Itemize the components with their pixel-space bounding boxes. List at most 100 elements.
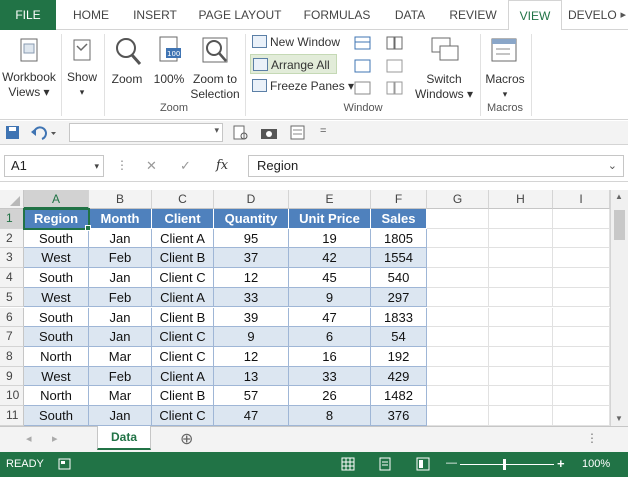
table-cell[interactable]: Mar — [89, 386, 152, 406]
row-header-6[interactable]: 6 — [0, 307, 24, 328]
table-cell[interactable]: South — [24, 406, 89, 426]
row-header-7[interactable]: 7 — [0, 327, 24, 347]
column-header-a[interactable]: A — [24, 190, 89, 209]
empty-cell[interactable] — [489, 327, 553, 347]
table-cell[interactable]: 13 — [214, 366, 289, 387]
tab-data[interactable]: DATA — [384, 0, 436, 30]
table-cell[interactable]: Client B — [152, 307, 214, 328]
freeze-panes-button[interactable]: Freeze Panes ▾ — [250, 76, 354, 96]
empty-cell[interactable] — [489, 287, 553, 308]
zoom-100-button[interactable]: 100 100% — [150, 34, 188, 94]
empty-cell[interactable] — [427, 228, 489, 249]
empty-cell[interactable] — [553, 248, 610, 269]
table-cell[interactable]: Client C — [152, 327, 214, 347]
table-cell[interactable]: South — [24, 307, 89, 328]
table-cell[interactable]: Client B — [152, 248, 214, 269]
table-header-cell[interactable]: Client — [152, 209, 214, 229]
table-cell[interactable]: Jan — [89, 406, 152, 426]
table-cell[interactable]: 26 — [289, 386, 371, 406]
table-cell[interactable]: 54 — [371, 327, 427, 347]
customize-qat-button[interactable]: = — [320, 125, 326, 137]
tab-review[interactable]: REVIEW — [442, 0, 504, 30]
view-side-by-side-icon[interactable] — [386, 36, 404, 50]
table-cell[interactable]: 47 — [289, 307, 371, 328]
table-header-cell[interactable]: Month — [89, 209, 152, 229]
row-header-11[interactable]: 11 — [0, 406, 24, 426]
enter-button[interactable]: ✓ — [180, 158, 191, 174]
new-sheet-button[interactable]: ⊕ — [180, 429, 193, 449]
table-cell[interactable]: 47 — [214, 406, 289, 426]
tab-formulas[interactable]: FORMULAS — [296, 0, 378, 30]
column-header-h[interactable]: H — [489, 190, 553, 209]
empty-cell[interactable] — [553, 228, 610, 249]
table-cell[interactable]: North — [24, 386, 89, 406]
table-cell[interactable]: 297 — [371, 287, 427, 308]
tab-scroll-right-icon[interactable]: ▸ — [620, 8, 626, 21]
scroll-down-icon[interactable]: ▼ — [615, 414, 623, 423]
table-cell[interactable]: 1805 — [371, 228, 427, 249]
table-cell[interactable]: North — [24, 346, 89, 367]
switch-windows-button[interactable]: Switch Windows ▾ — [412, 34, 476, 101]
synchronous-scrolling-icon[interactable] — [386, 59, 404, 73]
unhide-window-icon[interactable] — [354, 81, 372, 95]
vertical-scrollbar[interactable]: ▲ ▼ — [610, 190, 628, 426]
sheet-options-icon[interactable]: ⋮ — [586, 431, 598, 445]
column-header-e[interactable]: E — [289, 190, 371, 209]
normal-view-icon[interactable] — [341, 457, 355, 471]
row-header-2[interactable]: 2 — [0, 228, 24, 249]
empty-cell[interactable] — [489, 209, 553, 229]
empty-cell[interactable] — [553, 287, 610, 308]
zoom-in-button[interactable]: + — [557, 456, 565, 471]
next-sheet-icon[interactable]: ▸ — [52, 432, 58, 445]
workbook-views-button[interactable]: Workbook Views ▾ — [0, 34, 58, 100]
zoom-to-selection-button[interactable]: Zoom to Selection — [189, 34, 241, 101]
row-header-4[interactable]: 4 — [0, 268, 24, 288]
tab-home[interactable]: HOME — [62, 0, 120, 30]
table-cell[interactable]: 33 — [289, 366, 371, 387]
row-header-5[interactable]: 5 — [0, 287, 24, 308]
select-all-button[interactable] — [0, 190, 24, 209]
new-window-button[interactable]: New Window — [250, 32, 340, 52]
column-header-d[interactable]: D — [214, 190, 289, 209]
empty-cell[interactable] — [489, 228, 553, 249]
empty-cell[interactable] — [489, 346, 553, 367]
table-cell[interactable]: West — [24, 366, 89, 387]
formula-input[interactable]: Region ⌄ — [248, 155, 624, 177]
row-header-10[interactable]: 10 — [0, 386, 24, 406]
form-icon[interactable] — [290, 125, 306, 141]
table-cell[interactable]: 12 — [214, 346, 289, 367]
empty-cell[interactable] — [427, 209, 489, 229]
table-cell[interactable]: West — [24, 248, 89, 269]
table-cell[interactable]: South — [24, 327, 89, 347]
table-cell[interactable]: 19 — [289, 228, 371, 249]
table-cell[interactable]: Jan — [89, 307, 152, 328]
table-cell[interactable]: 8 — [289, 406, 371, 426]
table-cell[interactable]: Client C — [152, 268, 214, 288]
arrange-all-button[interactable]: Arrange All — [250, 54, 337, 74]
empty-cell[interactable] — [427, 346, 489, 367]
zoom-slider-thumb[interactable] — [503, 459, 506, 470]
table-cell[interactable]: 39 — [214, 307, 289, 328]
macro-recording-icon[interactable] — [58, 457, 72, 471]
table-cell[interactable]: 45 — [289, 268, 371, 288]
row-header-3[interactable]: 3 — [0, 248, 24, 269]
split-icon[interactable] — [354, 36, 372, 50]
empty-cell[interactable] — [489, 406, 553, 426]
table-cell[interactable]: Feb — [89, 366, 152, 387]
table-cell[interactable]: Client A — [152, 228, 214, 249]
name-box[interactable]: A1 ▾ — [4, 155, 104, 177]
zoom-button[interactable]: Zoom — [106, 34, 148, 94]
table-cell[interactable]: 33 — [214, 287, 289, 308]
prev-sheet-icon[interactable]: ◂ — [26, 432, 32, 445]
table-header-cell[interactable]: Region — [24, 209, 89, 229]
empty-cell[interactable] — [489, 386, 553, 406]
table-cell[interactable]: 1833 — [371, 307, 427, 328]
table-cell[interactable]: Client A — [152, 366, 214, 387]
zoom-out-button[interactable]: — — [446, 457, 457, 469]
empty-cell[interactable] — [489, 248, 553, 269]
table-header-cell[interactable]: Unit Price — [289, 209, 371, 229]
table-cell[interactable]: Feb — [89, 287, 152, 308]
empty-cell[interactable] — [427, 287, 489, 308]
tab-insert[interactable]: INSERT — [124, 0, 186, 30]
table-cell[interactable]: 429 — [371, 366, 427, 387]
